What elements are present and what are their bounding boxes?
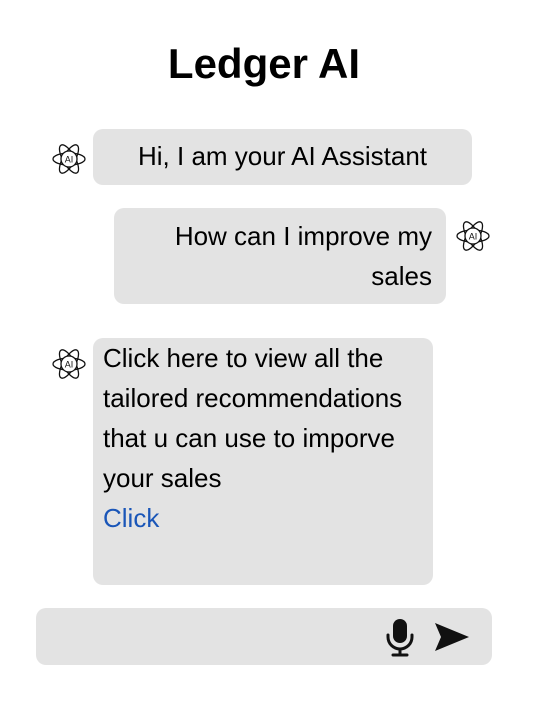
assistant-message-bubble: Hi, I am your AI Assistant — [93, 129, 472, 185]
assistant-message-bubble: Click here to view all the tailored reco… — [93, 338, 433, 585]
svg-text:AI: AI — [65, 155, 74, 165]
app-title: Ledger AI — [167, 40, 361, 87]
svg-text:AI: AI — [65, 360, 74, 370]
svg-text:AI: AI — [469, 232, 478, 242]
user-message-bubble: How can I improve my sales — [114, 208, 446, 304]
ai-avatar-icon: AI — [51, 346, 87, 382]
ai-avatar-icon: AI — [455, 218, 491, 254]
send-button[interactable] — [432, 620, 472, 654]
message-text: How can I improve my sales — [174, 221, 432, 291]
microphone-button[interactable] — [382, 617, 418, 657]
message-input[interactable] — [50, 620, 384, 655]
ai-avatar-icon: AI — [51, 141, 87, 177]
microphone-icon — [386, 619, 414, 657]
send-icon — [435, 623, 469, 651]
message-text: Hi, I am your AI Assistant — [138, 141, 427, 171]
message-composer — [36, 608, 492, 665]
recommendations-link[interactable]: Click — [103, 498, 423, 538]
message-text: Click here to view all the tailored reco… — [103, 343, 403, 493]
